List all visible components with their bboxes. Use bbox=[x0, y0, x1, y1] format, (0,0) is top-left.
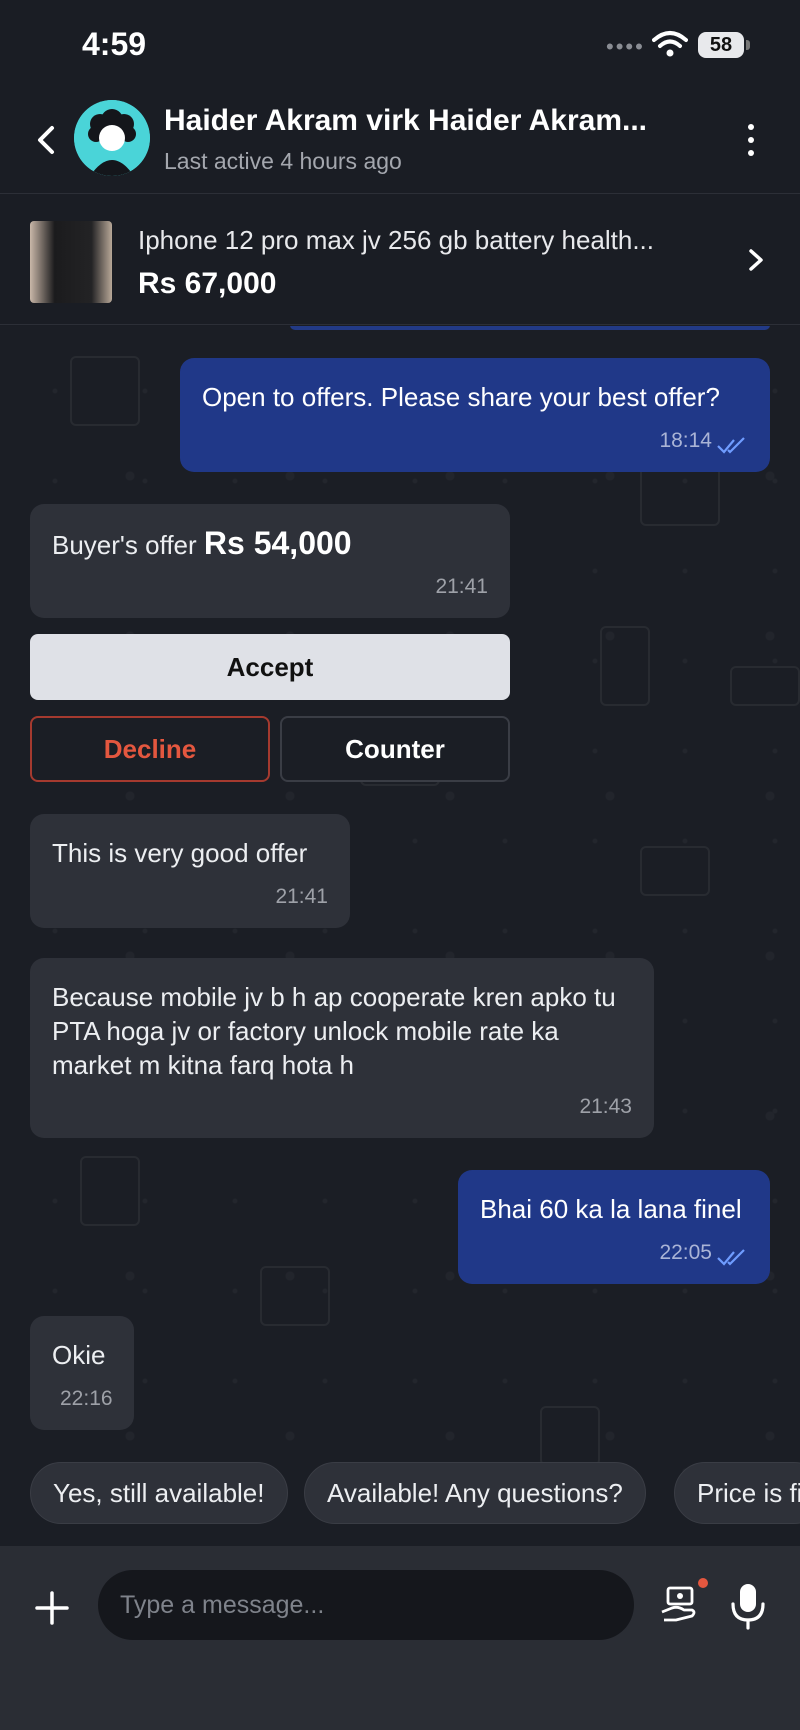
notification-dot bbox=[698, 1578, 708, 1588]
offer-amount: Rs 54,000 bbox=[203, 525, 352, 561]
chat-header: Haider Akram virk Haider Akram... Last a… bbox=[0, 90, 800, 194]
quick-reply-chip[interactable]: Price is fi bbox=[674, 1462, 800, 1524]
message-time: 21:41 bbox=[435, 575, 488, 598]
message-time: 22:05 bbox=[659, 1241, 712, 1264]
truck-pattern-icon bbox=[260, 1266, 330, 1326]
message-text: This is very good offer bbox=[52, 838, 308, 868]
back-button[interactable] bbox=[30, 120, 64, 160]
make-offer-icon[interactable] bbox=[658, 1584, 702, 1628]
decline-offer-button[interactable]: Decline bbox=[30, 716, 270, 782]
chevron-right-icon[interactable] bbox=[744, 245, 768, 275]
message-time: 21:41 bbox=[275, 885, 328, 908]
message-time: 18:14 bbox=[659, 429, 712, 452]
product-thumbnail bbox=[30, 221, 112, 303]
previous-message-edge bbox=[290, 326, 770, 330]
message-time: 21:43 bbox=[579, 1095, 632, 1118]
sale-tag-pattern-icon bbox=[730, 666, 800, 706]
offer-bubble: Buyer's offer Rs 54,000 21:41 bbox=[30, 504, 510, 618]
double-check-icon bbox=[717, 437, 745, 454]
status-time: 4:59 bbox=[82, 26, 147, 62]
message-bubble-outgoing[interactable]: Bhai 60 ka la lana finel 22:05 bbox=[458, 1170, 770, 1284]
megaphone-pattern-icon bbox=[540, 1406, 600, 1466]
quick-replies: Yes, still available! Available! Any que… bbox=[0, 1462, 800, 1528]
message-text: Bhai 60 ka la lana finel bbox=[480, 1194, 742, 1224]
avatar-person-icon bbox=[74, 100, 150, 176]
store-pattern-icon bbox=[640, 466, 720, 526]
more-vertical-icon bbox=[748, 124, 754, 130]
message-text: Okie bbox=[52, 1340, 106, 1370]
quick-reply-chip[interactable]: Available! Any questions? bbox=[304, 1462, 646, 1524]
product-title: Iphone 12 pro max jv 256 gb battery heal… bbox=[138, 225, 655, 255]
product-bar[interactable]: Iphone 12 pro max jv 256 gb battery heal… bbox=[0, 195, 800, 325]
message-time: 22:16 bbox=[60, 1387, 113, 1410]
truck-pattern-icon bbox=[640, 846, 710, 896]
status-bar: 4:59 •••• 58 bbox=[0, 0, 800, 90]
shopping-bag-pattern-icon bbox=[80, 1156, 140, 1226]
battery-indicator: 58 bbox=[698, 32, 744, 58]
more-options-button[interactable] bbox=[736, 118, 766, 162]
message-text: Because mobile jv b h ap cooperate kren … bbox=[52, 982, 616, 1080]
last-active-status: Last active 4 hours ago bbox=[164, 148, 402, 174]
message-bubble-incoming[interactable]: Okie 22:16 bbox=[30, 1316, 134, 1430]
phone-pattern-icon bbox=[600, 626, 650, 706]
double-check-icon bbox=[717, 1249, 745, 1266]
message-bubble-outgoing[interactable]: Open to offers. Please share your best o… bbox=[180, 358, 770, 472]
quick-reply-chip[interactable]: Yes, still available! bbox=[30, 1462, 288, 1524]
chat-messages[interactable]: Open to offers. Please share your best o… bbox=[0, 326, 800, 1546]
message-text: Open to offers. Please share your best o… bbox=[202, 382, 720, 412]
accept-offer-button[interactable]: Accept bbox=[30, 634, 510, 700]
message-input[interactable] bbox=[98, 1570, 634, 1640]
signal-dots-icon: •••• bbox=[606, 34, 645, 59]
offer-line: Buyer's offer Rs 54,000 bbox=[52, 526, 488, 562]
microphone-icon[interactable] bbox=[728, 1582, 768, 1630]
message-bubble-incoming[interactable]: This is very good offer 21:41 bbox=[30, 814, 350, 928]
contact-name[interactable]: Haider Akram virk Haider Akram... bbox=[164, 104, 704, 138]
offer-label: Buyer's offer bbox=[52, 530, 197, 560]
battery-tip bbox=[746, 40, 750, 50]
message-bubble-incoming[interactable]: Because mobile jv b h ap cooperate kren … bbox=[30, 958, 654, 1138]
product-price: Rs 67,000 bbox=[138, 267, 277, 300]
wifi-icon bbox=[652, 31, 688, 57]
add-attachment-button[interactable] bbox=[34, 1590, 70, 1626]
counter-offer-button[interactable]: Counter bbox=[280, 716, 510, 782]
message-composer bbox=[0, 1546, 800, 1730]
avatar[interactable] bbox=[74, 100, 150, 176]
shopping-bag-pattern-icon bbox=[70, 356, 140, 426]
